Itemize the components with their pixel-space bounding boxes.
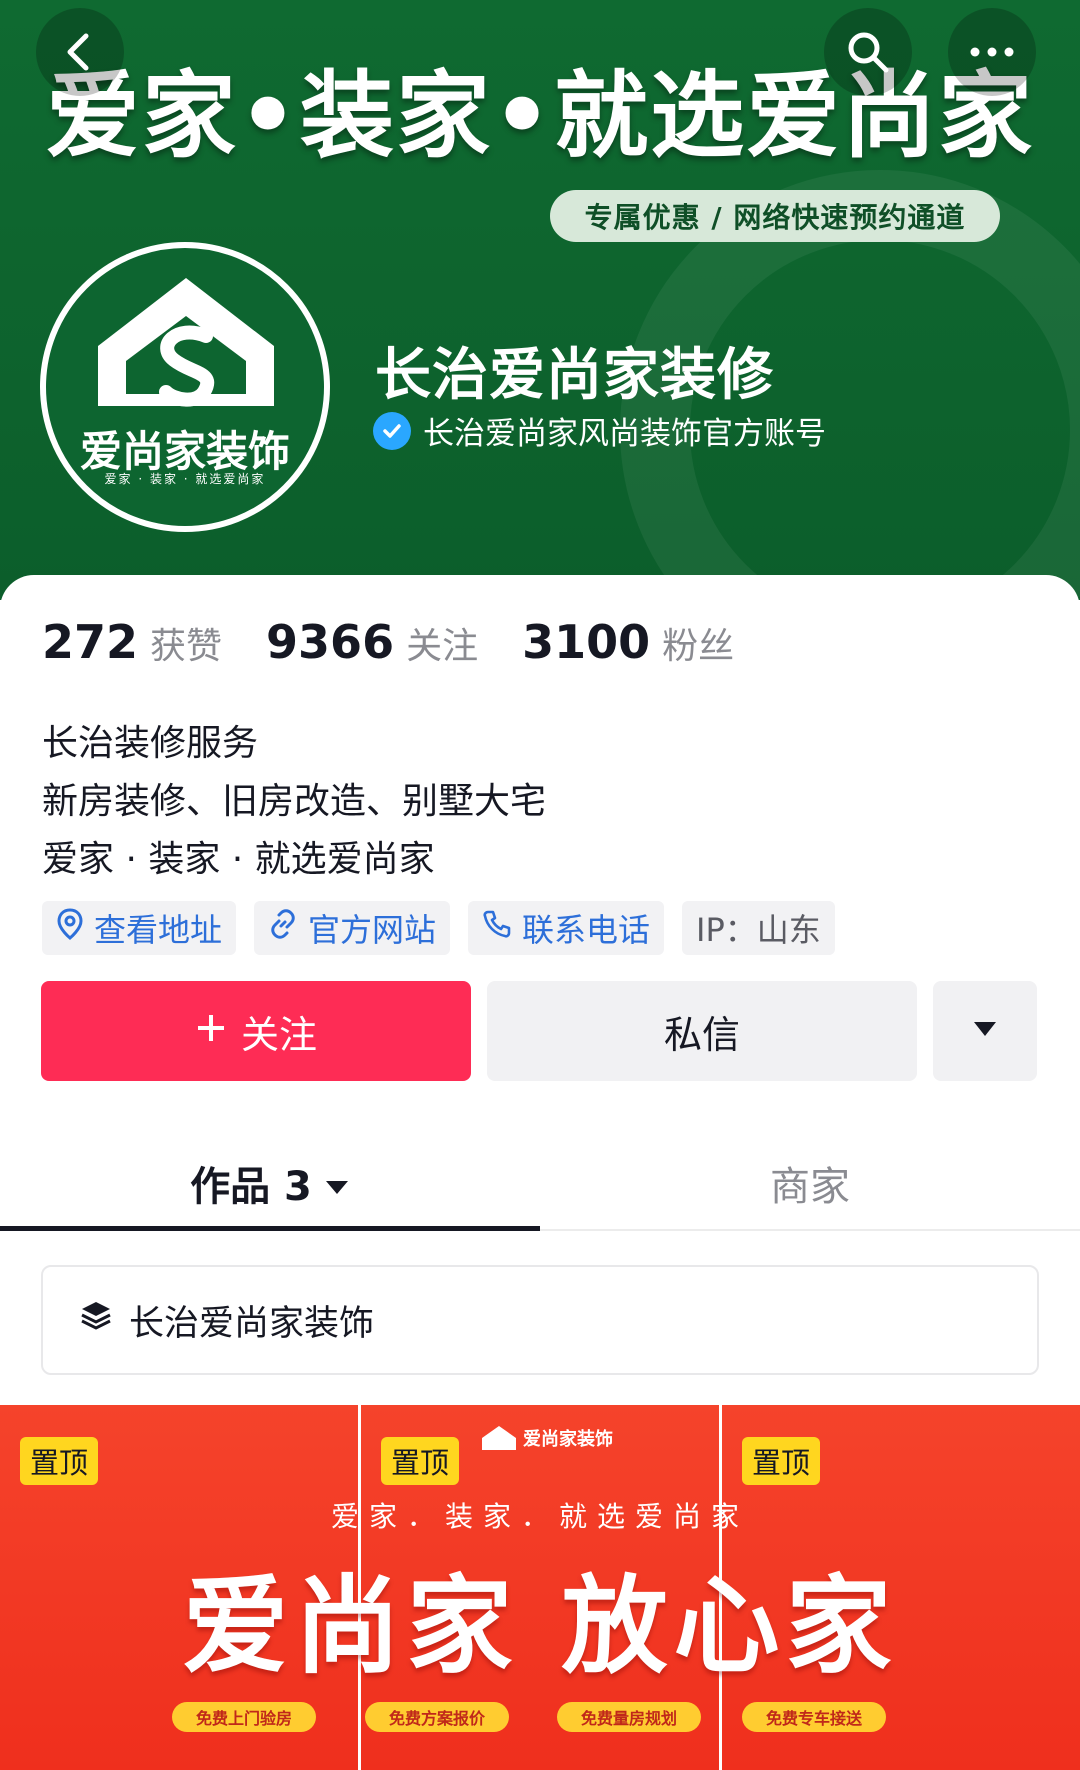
house-logo-icon: [482, 1426, 516, 1450]
stat-following[interactable]: 9366 关注: [266, 615, 478, 669]
stat-number: 3100: [522, 615, 651, 669]
link-icon: [268, 909, 298, 947]
website-label: 官方网站: [308, 911, 437, 949]
back-icon: [58, 30, 102, 74]
bio-line: 爱家 · 装家 · 就选爱尚家: [42, 839, 435, 880]
verified-text: 长治爱尚家风尚装饰官方账号: [423, 416, 826, 452]
bio-line: 新房装修、旧房改造、别墅大宅: [42, 781, 547, 822]
video-pill: 免费方案报价: [365, 1702, 510, 1732]
phone-icon: [482, 909, 512, 947]
collection-name: 长治爱尚家装饰: [129, 1303, 375, 1344]
location-icon: [56, 908, 84, 948]
phone-label: 联系电话: [522, 911, 651, 949]
plus-icon: [195, 1009, 227, 1053]
stat-followers[interactable]: 3100 粉丝: [522, 615, 734, 669]
video-grid: 置顶 免费上门验房 置顶 爱尚家装饰 免费方案报价 免费量房规划 置顶 免费专车…: [0, 1405, 1080, 1770]
stat-likes[interactable]: 272 获赞: [42, 615, 222, 669]
follow-button[interactable]: 关注: [41, 981, 471, 1081]
tab-shop-label: 商家: [770, 1164, 850, 1210]
address-tag[interactable]: 查看地址: [42, 901, 237, 955]
stat-number: 9366: [266, 615, 395, 669]
more-button[interactable]: [948, 8, 1036, 96]
profile-card: 272 获赞 9366 关注 3100 粉丝 长治装修服务 新房装修、旧房改造、…: [0, 575, 1080, 1770]
house-logo-icon: [98, 278, 274, 407]
verification: 长治爱尚家风尚装饰官方账号: [373, 408, 826, 453]
stat-label: 关注: [406, 626, 479, 667]
website-tag[interactable]: 官方网站: [254, 901, 451, 955]
tab-works-label: 作品 3: [190, 1164, 312, 1210]
dropdown-icon: [972, 1020, 998, 1042]
more-actions-button[interactable]: [933, 981, 1037, 1081]
back-button[interactable]: [36, 8, 124, 96]
ip-label: IP：山东: [696, 911, 821, 949]
follow-label: 关注: [240, 1012, 317, 1057]
search-button[interactable]: [824, 8, 912, 96]
stats-row: 272 获赞 9366 关注 3100 粉丝: [42, 615, 778, 669]
verified-icon: [373, 411, 411, 450]
bio: 长治装修服务 新房装修、旧房改造、别墅大宅 爱家 · 装家 · 就选爱尚家: [42, 715, 546, 889]
ip-tag: IP：山东: [682, 901, 835, 955]
tab-shop[interactable]: 商家: [540, 1135, 1080, 1231]
banner-slogan: 爱家•装家•就选爱尚家: [45, 62, 1035, 171]
layers-icon: [79, 1299, 113, 1342]
more-icon: [969, 46, 1015, 58]
tile-logo-text: 爱尚家装饰: [523, 1429, 613, 1450]
avatar-brand-sub: 爱家 · 装家 · 就选爱尚家: [104, 472, 266, 486]
tab-underline: [0, 1226, 540, 1231]
action-buttons: 关注 私信: [41, 981, 1037, 1081]
profile-page: 爱家•装家•就选爱尚家 专属优惠 / 网络快速预约通道 爱尚家装饰 爱家 · 装…: [0, 0, 1080, 1770]
collection-bar[interactable]: 长治爱尚家装饰: [41, 1265, 1039, 1375]
bio-line: 长治装修服务: [42, 723, 259, 764]
info-tags: 查看地址 官方网站 联系电话 IP：山东: [42, 901, 835, 955]
address-label: 查看地址: [94, 911, 223, 949]
stat-label: 粉丝: [662, 626, 735, 667]
video-slogan: 爱家．装家．就选爱尚家: [330, 1500, 749, 1533]
video-pill: 免费上门验房: [172, 1702, 317, 1732]
message-button[interactable]: 私信: [487, 981, 917, 1081]
phone-tag[interactable]: 联系电话: [468, 901, 665, 955]
pinned-badge: 置顶: [742, 1437, 821, 1485]
stat-label: 获赞: [150, 626, 223, 667]
tab-works[interactable]: 作品 3: [0, 1135, 540, 1231]
search-icon: [845, 29, 891, 75]
content-tabs: 作品 3 商家: [0, 1135, 1080, 1231]
chevron-down-icon: [324, 1160, 350, 1206]
profile-name: 长治爱尚家装修: [375, 343, 774, 408]
pinned-badge: 置顶: [381, 1437, 460, 1485]
tile-logo: 爱尚家装饰: [481, 1425, 613, 1451]
avatar[interactable]: 爱尚家装饰 爱家 · 装家 · 就选爱尚家: [40, 242, 330, 532]
stat-number: 272: [42, 615, 139, 669]
video-pill: 免费专车接送: [742, 1702, 887, 1732]
banner-promo: 专属优惠 / 网络快速预约通道: [550, 190, 1000, 242]
header-banner: 爱家•装家•就选爱尚家 专属优惠 / 网络快速预约通道 爱尚家装饰 爱家 · 装…: [0, 0, 1080, 600]
pinned-badge: 置顶: [20, 1437, 99, 1485]
message-label: 私信: [663, 1012, 740, 1057]
video-pill: 免费量房规划: [557, 1702, 702, 1732]
video-headline: 爱尚家 放心家: [182, 1565, 898, 1688]
